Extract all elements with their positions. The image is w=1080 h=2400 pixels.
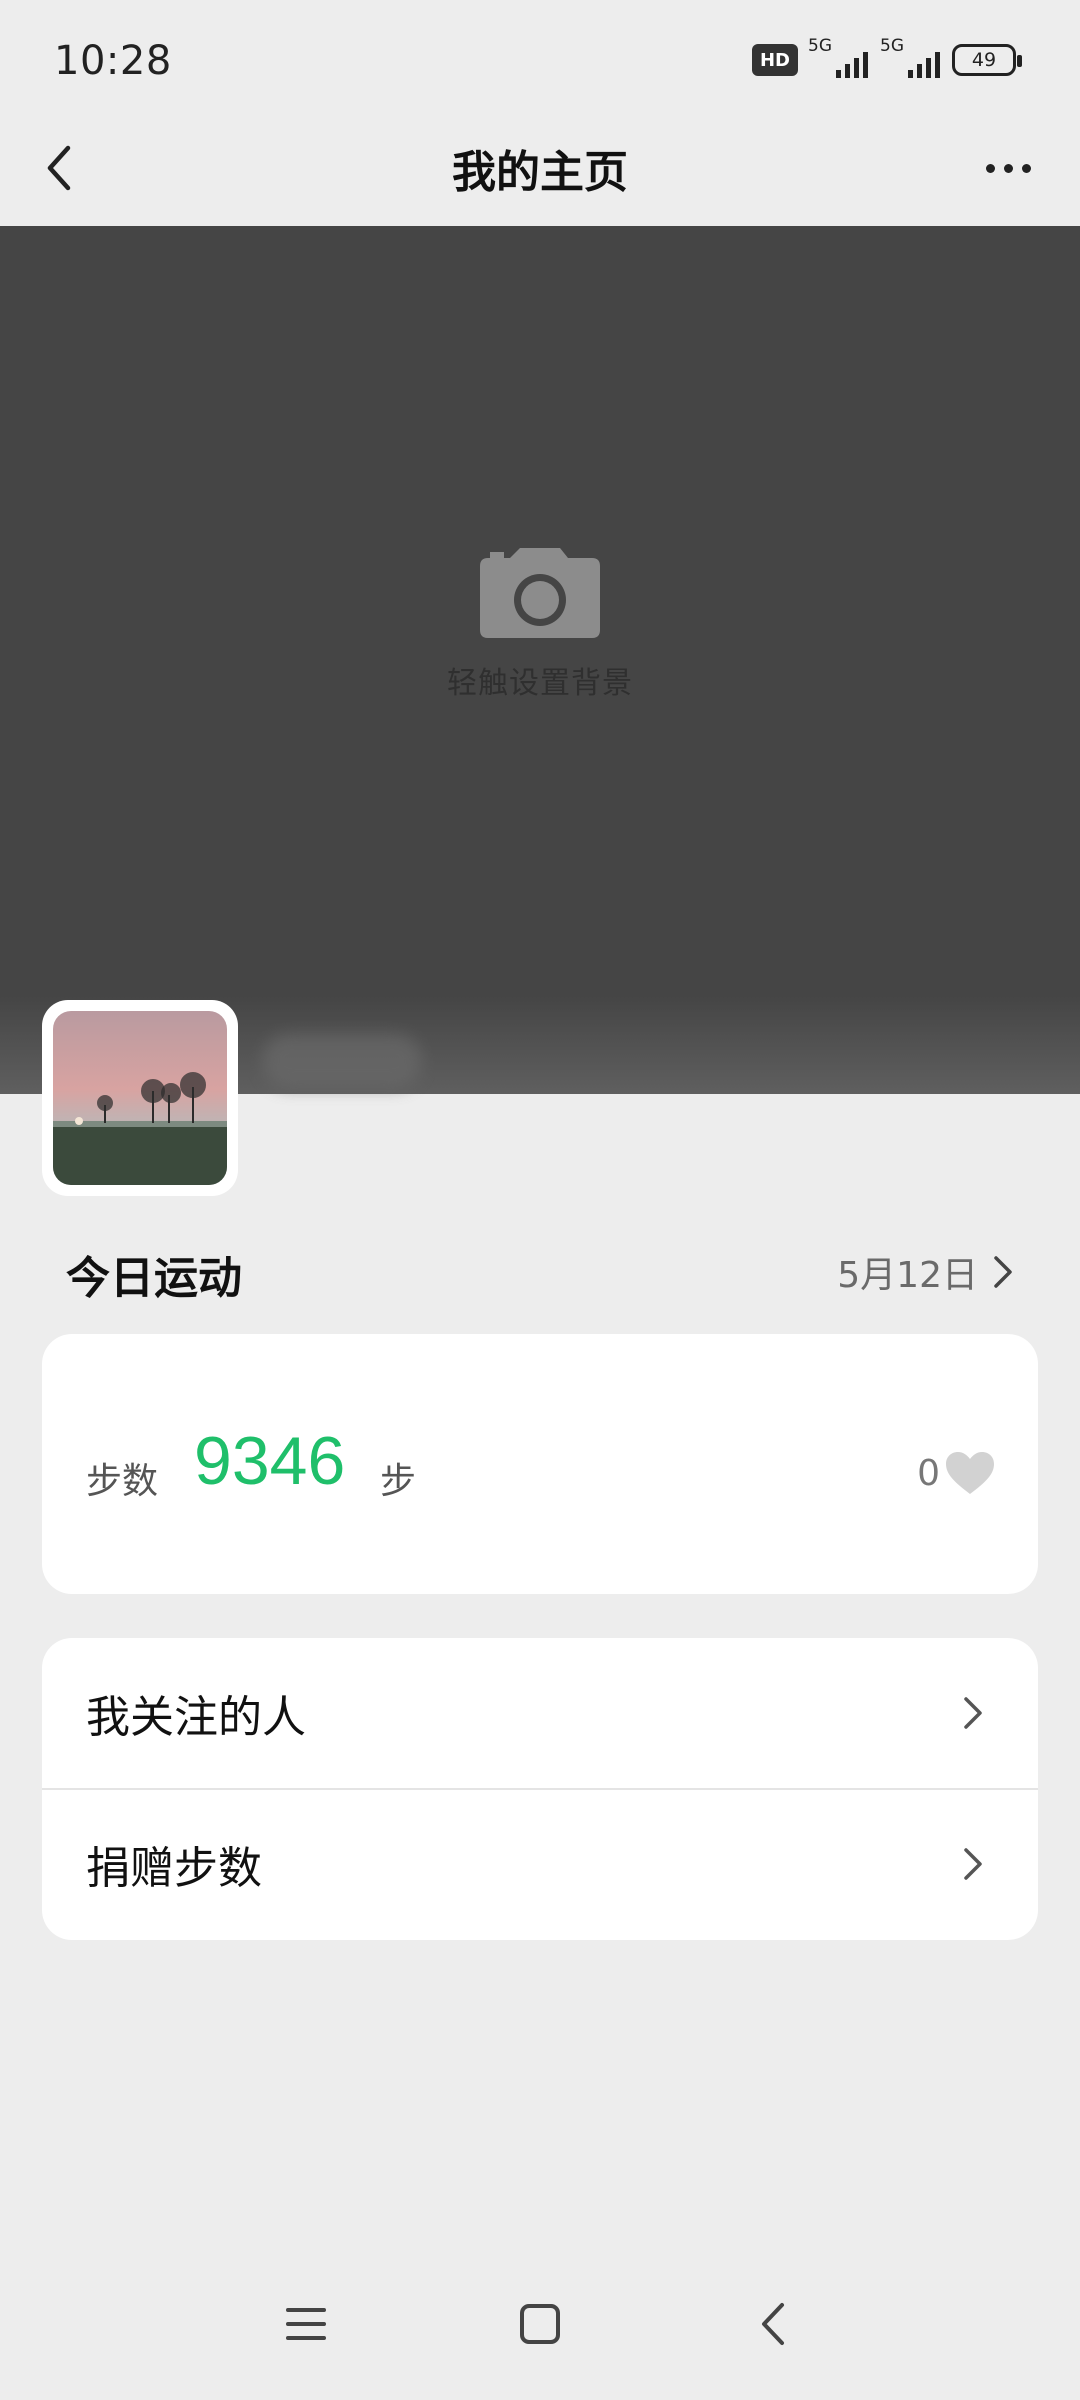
chevron-right-icon [964, 1848, 982, 1880]
camera-icon [480, 548, 600, 638]
date-label: 5月12日 [837, 1255, 978, 1296]
status-icons: HD 5G 5G 49 [752, 36, 1022, 80]
status-bar: 10:28 HD 5G 5G 49 [0, 0, 1080, 112]
system-nav-bar [0, 2270, 1080, 2400]
cover-hint: 轻触设置背景 [447, 666, 633, 701]
heart-icon [946, 1452, 994, 1494]
status-time: 10:28 [54, 38, 172, 84]
more-horizontal-icon [985, 163, 995, 173]
username-blurred [262, 1034, 422, 1088]
page-title: 我的主页 [452, 147, 628, 198]
signal-icon-1: 5G [808, 36, 868, 80]
signal-icon-2: 5G [880, 36, 940, 80]
avatar[interactable] [42, 1000, 238, 1196]
menu-item-label: 我关注的人 [86, 1692, 306, 1743]
top-bar: 我的主页 [0, 112, 1080, 224]
menu-item-following[interactable]: 我关注的人 [42, 1638, 1038, 1788]
menu-item-label: 捐赠步数 [86, 1843, 262, 1894]
chevron-left-icon [47, 145, 71, 191]
menu-list: 我关注的人 捐赠步数 [42, 1638, 1038, 1940]
home-icon [520, 2304, 560, 2344]
menu-item-donate-steps[interactable]: 捐赠步数 [42, 1788, 1038, 1938]
back-button[interactable] [24, 132, 96, 204]
battery-icon: 49 [952, 44, 1022, 76]
avatar-photo [53, 1011, 227, 1185]
steps-label: 步数 [86, 1461, 159, 1502]
like-count: 0 [917, 1452, 940, 1494]
nav-back-button[interactable] [734, 2292, 814, 2356]
cover-background[interactable]: 轻触设置背景 [0, 226, 1080, 1094]
chevron-right-icon [964, 1697, 982, 1729]
nav-menu-button[interactable] [266, 2292, 346, 2356]
back-icon [762, 2303, 784, 2345]
steps-value: 9346 [194, 1423, 346, 1499]
more-button[interactable] [972, 140, 1044, 196]
profile-page: 10:28 HD 5G 5G 49 我的主页 轻触设置背景 今日运动 5月12日… [0, 0, 1080, 2400]
today-exercise-title: 今日运动 [66, 1253, 242, 1304]
chevron-right-icon [994, 1256, 1012, 1288]
date-selector[interactable]: 5月12日 [837, 1246, 1014, 1298]
hd-badge: HD [752, 44, 798, 76]
steps-card[interactable]: 步数 9346 步 0 [42, 1334, 1038, 1594]
steps-unit: 步 [380, 1461, 417, 1502]
menu-icon [286, 2308, 326, 2340]
like-button[interactable]: 0 [917, 1450, 996, 1496]
nav-home-button[interactable] [500, 2292, 580, 2356]
